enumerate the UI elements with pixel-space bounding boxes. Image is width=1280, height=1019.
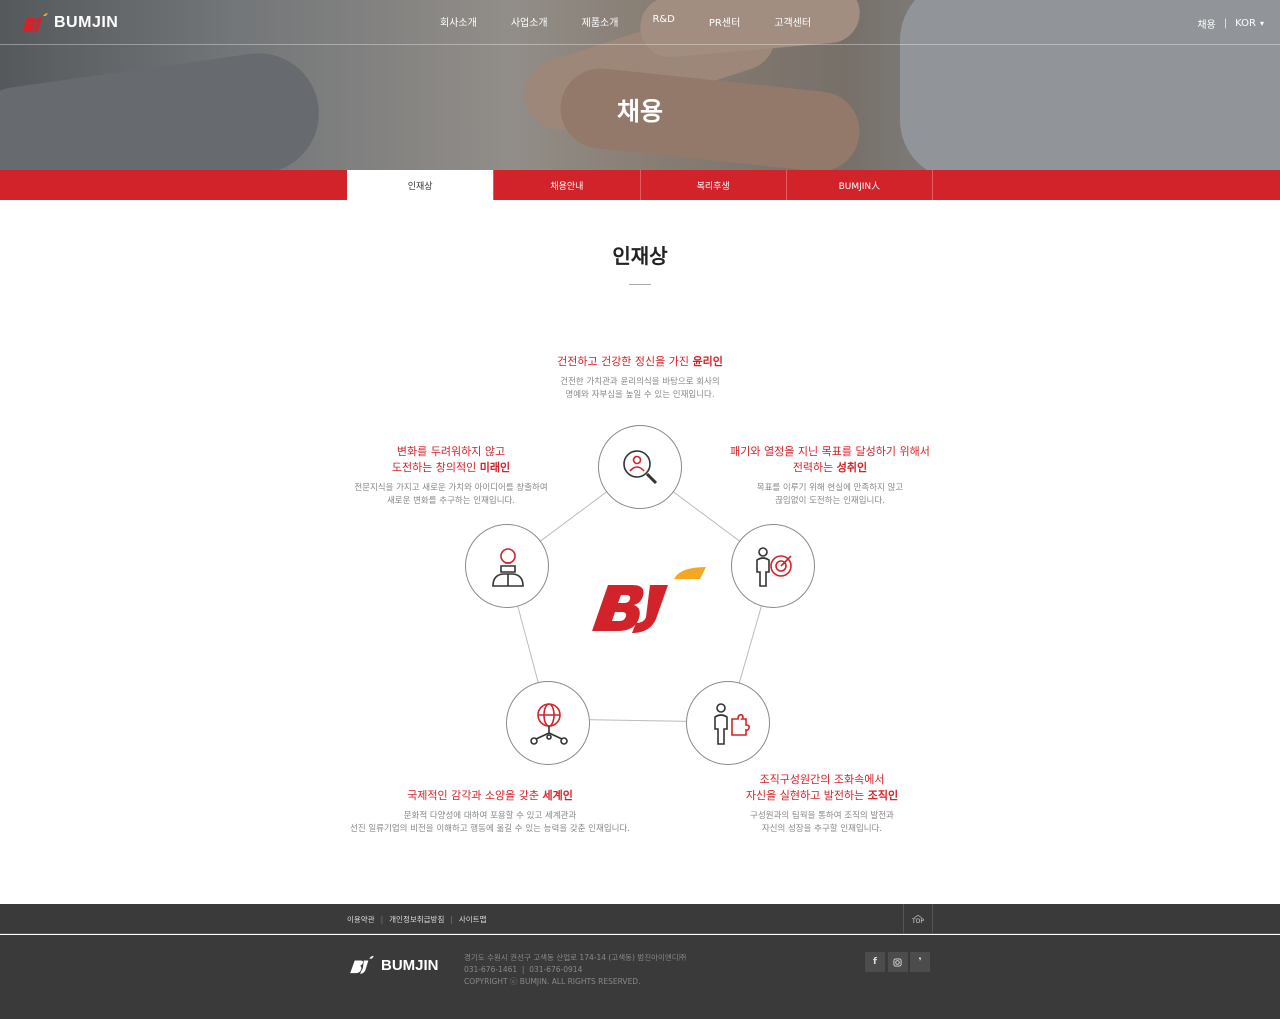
trait-ethics-head: 건전하고 건강한 정신을 가진 [557,355,693,368]
footer-logo: BUMJIN [347,955,439,975]
trait-organization-desc-2: 자신의 성장을 추구할 인재입니다. [761,824,883,834]
node-ethics [598,425,682,509]
logo-text: BUMJIN [54,14,119,31]
sitemap-link[interactable]: 사이트맵 [459,914,487,925]
bj-logo-icon [350,955,374,975]
trait-future-head-1: 변화를 두려워하지 않고 [396,445,506,458]
facebook-icon[interactable]: f [865,952,885,972]
trait-ethics-desc-2: 명예와 자부심을 높일 수 있는 인재입니다. [565,390,715,400]
address: 경기도 수원시 권선구 고색동 산업로 174-14 (고색동) 범진아이앤디㈜ [464,953,687,962]
privacy-link[interactable]: 개인정보취급방침 [389,914,444,925]
search-person-icon [623,450,658,485]
trait-achievement-desc-1: 목표를 이루기 위해 현실에 만족하지 않고 [756,483,904,493]
trait-future-head-2: 도전하는 창의적인 [391,461,480,474]
trait-organization: 조직구성원간의 조화속에서자신을 실현하고 발전하는 조직인 구성원과의 팀웍을… [712,772,932,836]
trait-ethics: 건전하고 건강한 정신을 가진 윤리인 건전한 가치관과 윤리의식을 바탕으로 … [490,354,790,402]
top-label: TOP [911,918,924,925]
title-divider [629,284,651,285]
trait-organization-keyword: 조직인 [867,789,899,802]
fax: 031-676-0914 [529,965,583,974]
target-person-icon [756,547,792,587]
language-select[interactable]: KOR [1235,18,1256,29]
trait-future-desc-2: 새로운 변화를 추구하는 인재입니다. [386,496,516,506]
tab-talent[interactable]: 인재상 [347,170,494,200]
scroll-top-button[interactable]: ︿ TOP [903,904,933,934]
trait-global: 국제적인 감각과 소양을 갖춘 세계인 문화적 다양성에 대하여 포용할 수 있… [330,788,650,836]
trait-organization-head-2: 자신을 실현하고 발전하는 [745,789,868,802]
chevron-down-icon[interactable]: ▾ [1260,19,1264,28]
nav-pr[interactable]: PR센터 [709,14,740,29]
node-achievement [731,524,815,608]
utility-menu: 채용 | KOR ▾ [1197,16,1264,31]
blog-icon[interactable]: ❜ [910,952,930,972]
tab-welfare[interactable]: 복리후생 [639,170,786,200]
footer-link-separator: | [450,914,453,924]
site-logo[interactable]: BUMJIN [20,12,118,34]
copyright: COPYRIGHT ⓒ BUMJIN. ALL RIGHTS RESERVED. [464,977,641,986]
info-separator: | [517,965,530,974]
trait-global-keyword: 세계인 [542,789,573,802]
recruit-link[interactable]: 채용 [1197,16,1215,31]
section-title: 인재상 [612,244,668,268]
tab-bumjin-people[interactable]: BUMJIN人 [785,170,932,200]
trait-future-keyword: 미래인 [479,461,511,474]
footer-logo-text: BUMJIN [381,956,439,974]
trait-achievement-desc-2: 끊임없이 도전하는 인재입니다. [775,496,885,506]
trait-global-head: 국제적인 감각과 소양을 갖춘 [407,789,543,802]
sub-navigation: 인재상 채용안내 복리후생 BUMJIN人 [0,170,1280,200]
trait-achievement-head-1: 패기와 열정을 지닌 목표를 달성하기 위해서 [730,445,930,458]
bj-center-logo-icon [592,567,706,633]
trait-global-desc-1: 문화적 다양성에 대하여 포용할 수 있고 세계관과 [403,811,577,821]
trait-achievement: 패기와 열정을 지닌 목표를 달성하기 위해서전력하는 성취인 목표를 이루기 … [700,444,960,508]
main-nav: 회사소개 사업소개 제품소개 R&D PR센터 고객센터 [440,14,845,29]
tab-recruit-guide[interactable]: 채용안내 [493,170,639,200]
nav-products[interactable]: 제품소개 [582,14,619,29]
hero-banner: BUMJIN 회사소개 사업소개 제품소개 R&D PR센터 고객센터 채용 |… [0,0,1280,170]
nav-customer[interactable]: 고객센터 [774,14,811,29]
trait-future-desc-1: 전문지식을 가지고 새로운 가치와 아이디어를 창출하여 [354,483,548,493]
page-title: 채용 [616,97,663,126]
bj-logo-icon [22,13,48,33]
util-separator: | [1223,18,1228,29]
footer-links-bar: 이용약관 | 개인정보취급방침 | 사이트맵 ︿ TOP [0,904,1280,934]
nav-company[interactable]: 회사소개 [440,14,477,29]
company-info: 경기도 수원시 권선구 고색동 산업로 174-14 (고색동) 범진아이앤디㈜… [464,952,686,988]
node-future [465,524,549,608]
footer-link-separator: | [380,914,384,924]
tel: 031-676-1461 [464,965,518,974]
trait-achievement-head-2: 전력하는 [792,461,837,474]
nav-rnd[interactable]: R&D [652,14,674,29]
globe-network-icon [530,703,568,745]
trait-future: 변화를 두려워하지 않고도전하는 창의적인 미래인 전문지식을 가지고 새로운 … [331,444,571,508]
person-puzzle-icon [714,703,750,745]
trait-ethics-desc-1: 건전한 가치관과 윤리의식을 바탕으로 회사의 [560,377,720,387]
trait-achievement-keyword: 성취인 [836,461,868,474]
trait-global-desc-2: 선진 일류기업의 비전을 이해하고 행동에 옮길 수 있는 능력을 갖춘 인재입… [350,824,630,834]
node-global [506,681,590,765]
terms-link[interactable]: 이용약관 [347,914,375,925]
site-header: BUMJIN 회사소개 사업소개 제품소개 R&D PR센터 고객센터 채용 |… [0,0,1280,45]
instagram-icon[interactable] [887,952,908,972]
trait-organization-head-1: 조직구성원간의 조화속에서 [759,773,885,786]
trait-organization-desc-1: 구성원과의 팀웍을 통하여 조직의 발전과 [750,811,894,821]
lightbulb-person-icon [492,548,524,587]
nav-business[interactable]: 사업소개 [511,14,548,29]
trait-ethics-keyword: 윤리인 [692,355,723,368]
social-links: f ❜ [865,952,933,972]
node-organization [686,681,770,765]
site-footer: BUMJIN 경기도 수원시 권선구 고색동 산업로 174-14 (고색동) … [0,935,1280,1019]
